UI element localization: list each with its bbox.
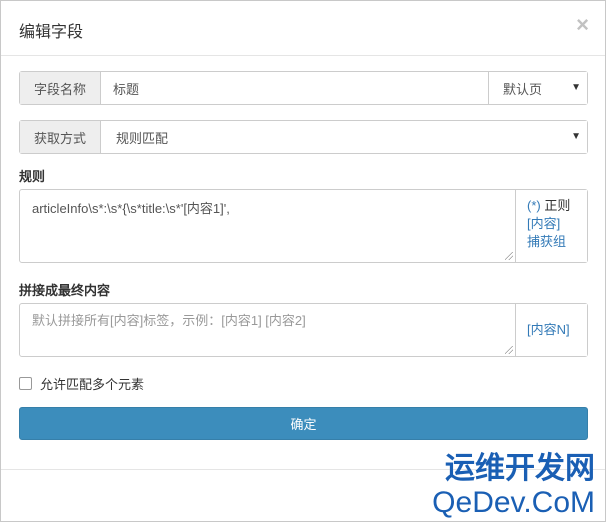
concat-label: 拼接成最终内容 bbox=[19, 283, 111, 298]
allow-multiple-checkbox[interactable] bbox=[19, 377, 32, 390]
concat-help: [内容N] bbox=[515, 304, 587, 356]
rule-textarea-group: articleInfo\s*:\s*{\s*title:\s*'[内容1]', … bbox=[19, 189, 588, 263]
fetch-method-label: 获取方式 bbox=[20, 121, 101, 153]
fetch-method-group: 获取方式 规则匹配 ▼ bbox=[19, 120, 588, 154]
resize-handle[interactable] bbox=[505, 252, 513, 260]
allow-multiple-label: 允许匹配多个元素 bbox=[40, 377, 145, 392]
chevron-down-icon: ▼ bbox=[571, 82, 581, 93]
edit-field-dialog: 编辑字段 × 字段名称 标题 默认页 ▼ 获取方式 规则匹配 ▼ 规则 arti… bbox=[0, 0, 606, 522]
fetch-method-select[interactable]: 规则匹配 ▼ bbox=[101, 121, 587, 153]
fetch-method-value: 规则匹配 bbox=[116, 130, 169, 146]
content-n-link[interactable]: [内容N] bbox=[527, 322, 570, 337]
dialog-title: 编辑字段 bbox=[19, 24, 84, 41]
rule-textarea[interactable]: articleInfo\s*:\s*{\s*title:\s*'[内容1]', bbox=[20, 190, 515, 262]
concat-textarea[interactable]: 默认拼接所有[内容]标签，示例：[内容1] [内容2] bbox=[20, 304, 515, 356]
page-select-value: 默认页 bbox=[503, 81, 543, 97]
rule-label: 规则 bbox=[19, 169, 46, 184]
rule-value: articleInfo\s*:\s*{\s*title:\s*'[内容1]', bbox=[32, 201, 230, 216]
watermark-line1: 运维开发网 bbox=[445, 452, 595, 485]
rule-help: (*) 正则 [内容] 捕获组 bbox=[515, 190, 587, 262]
chevron-down-icon: ▼ bbox=[571, 131, 581, 142]
concat-textarea-group: 默认拼接所有[内容]标签，示例：[内容1] [内容2] [内容N] bbox=[19, 303, 588, 357]
capture-group-link[interactable]: 捕获组 bbox=[527, 234, 566, 249]
content-help-link[interactable]: [内容] bbox=[527, 216, 560, 231]
field-name-input[interactable]: 标题 bbox=[101, 72, 488, 104]
field-name-group: 字段名称 标题 默认页 ▼ bbox=[19, 71, 588, 105]
allow-multiple-row[interactable]: 允许匹配多个元素 bbox=[19, 374, 144, 393]
confirm-button[interactable]: 确定 bbox=[19, 407, 588, 440]
resize-handle[interactable] bbox=[505, 346, 513, 354]
concat-placeholder: 默认拼接所有[内容]标签，示例：[内容1] [内容2] bbox=[32, 313, 306, 328]
page-select[interactable]: 默认页 ▼ bbox=[488, 72, 587, 104]
regex-help-link[interactable]: (*) bbox=[527, 198, 541, 213]
field-name-label: 字段名称 bbox=[20, 72, 101, 104]
close-icon[interactable]: × bbox=[576, 14, 589, 36]
dialog-header: 编辑字段 × bbox=[1, 1, 605, 56]
watermark-line2: QeDev.CoM bbox=[432, 486, 595, 519]
regex-help-text: 正则 bbox=[544, 198, 571, 213]
watermark: 运维开发网 QeDev.CoM bbox=[432, 452, 595, 520]
